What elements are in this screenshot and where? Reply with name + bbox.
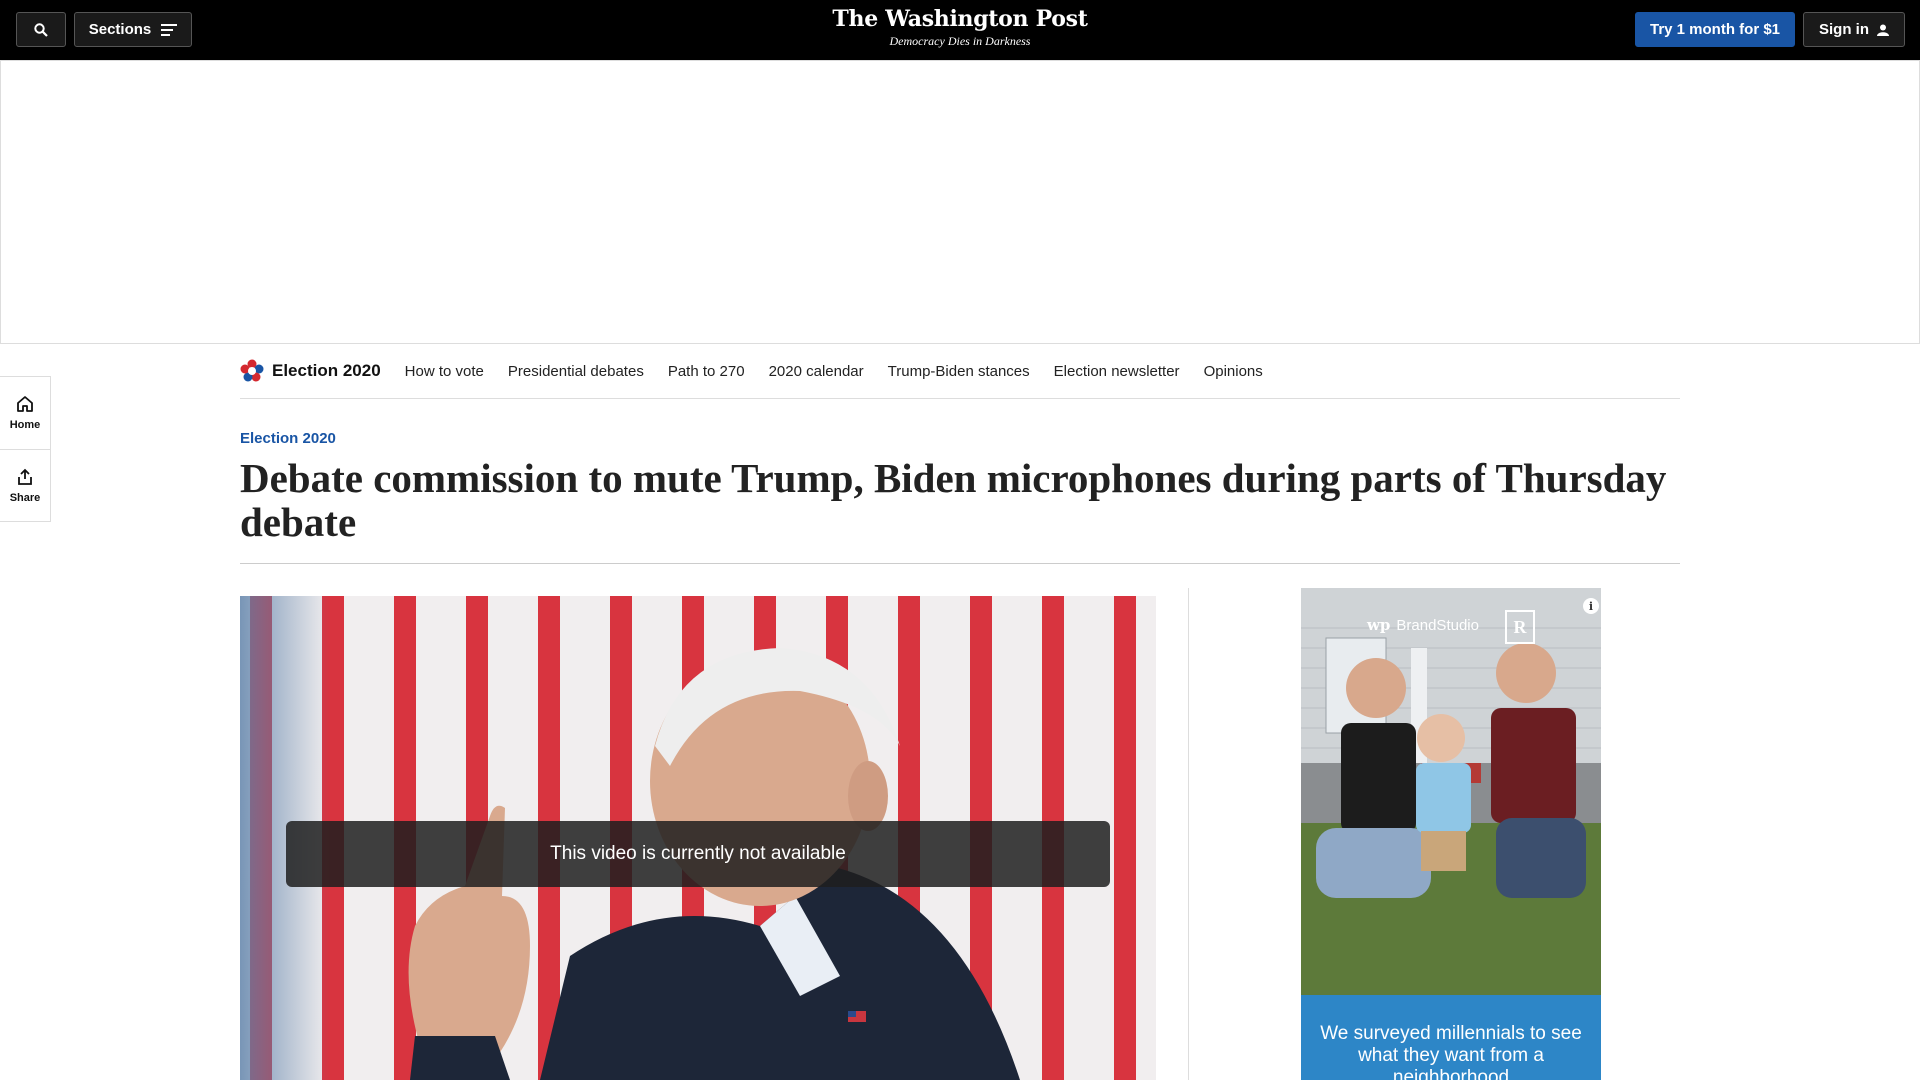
top-ad-placeholder xyxy=(0,60,1920,344)
sign-in-label: Sign in xyxy=(1819,21,1869,38)
sign-in-button[interactable]: Sign in xyxy=(1803,12,1905,47)
home-button[interactable]: Home xyxy=(0,377,50,449)
nav-link-how-to-vote[interactable]: How to vote xyxy=(405,363,484,380)
video-unavailable-message: This video is currently not available xyxy=(286,821,1110,887)
ad-brandstudio-logo: wp BrandStudio xyxy=(1367,616,1479,634)
share-button[interactable]: Share xyxy=(0,449,50,521)
nav-link-opinions[interactable]: Opinions xyxy=(1204,363,1263,380)
nav-link-trump-biden-stances[interactable]: Trump-Biden stances xyxy=(888,363,1030,380)
video-player[interactable]: This video is currently not available xyxy=(240,596,1156,1080)
left-rail: Home Share xyxy=(0,376,51,522)
article-headline: Debate commission to mute Trump, Biden m… xyxy=(240,455,1667,545)
column-divider xyxy=(1188,588,1189,1080)
share-label: Share xyxy=(9,491,41,504)
article-kicker[interactable]: Election 2020 xyxy=(240,430,336,447)
realtor-logo: R xyxy=(1505,610,1535,644)
logo-name: The Washington Post xyxy=(832,6,1088,32)
sections-label: Sections xyxy=(88,21,152,38)
nav-link-election-newsletter[interactable]: Election newsletter xyxy=(1054,363,1180,380)
nav-link-path-to-270[interactable]: Path to 270 xyxy=(668,363,745,380)
user-icon xyxy=(1877,24,1889,36)
nav-link-presidential-debates[interactable]: Presidential debates xyxy=(508,363,644,380)
home-label: Home xyxy=(9,419,41,431)
subscribe-button[interactable]: Try 1 month for $1 xyxy=(1635,12,1795,47)
wp-mark: wp xyxy=(1367,616,1391,634)
search-button[interactable] xyxy=(16,12,66,47)
election-brand-label: Election 2020 xyxy=(272,361,381,380)
top-navigation-bar: Sections The Washington Post Democracy D… xyxy=(0,0,1920,60)
ad-text: We surveyed millennials to see what they… xyxy=(1301,995,1601,1080)
election-star-icon xyxy=(240,359,264,382)
election-brand[interactable]: Election 2020 xyxy=(240,359,381,383)
ad-brand-label: BrandStudio xyxy=(1396,616,1479,634)
sections-button[interactable]: Sections xyxy=(74,12,192,47)
nav-link-2020-calendar[interactable]: 2020 calendar xyxy=(769,363,864,380)
menu-icon xyxy=(161,23,178,36)
search-icon xyxy=(34,22,48,37)
ad-info-icon[interactable]: i xyxy=(1583,598,1599,614)
ad-photo xyxy=(1301,588,1601,995)
share-icon xyxy=(18,468,32,485)
home-icon xyxy=(17,396,33,412)
site-logo[interactable]: The Washington Post Democracy Dies in Da… xyxy=(760,6,1160,49)
logo-tagline: Democracy Dies in Darkness xyxy=(889,34,1031,48)
headline-divider xyxy=(240,563,1680,564)
election-subnav: Election 2020 How to vote Presidential d… xyxy=(240,344,1680,399)
brandstudio-ad[interactable]: wp BrandStudio R i We surveyed millennia… xyxy=(1301,588,1601,1080)
